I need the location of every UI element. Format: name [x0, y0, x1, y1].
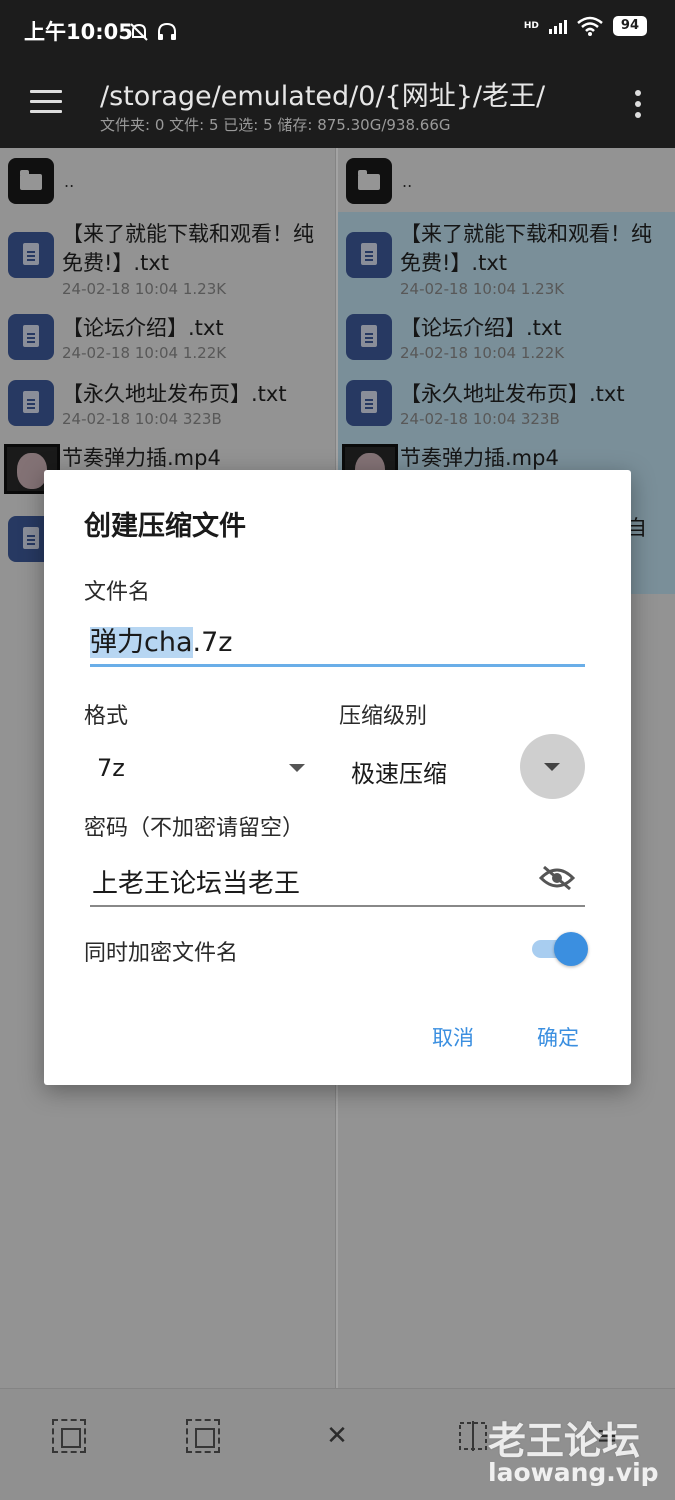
status-icons [128, 18, 178, 43]
battery-icon: 94 [612, 16, 647, 36]
format-label: 格式 [84, 704, 129, 729]
encrypt-filenames-label: 同时加密文件名 [84, 941, 239, 966]
signal-icon [548, 18, 567, 34]
filename-input[interactable]: 弹力cha.7z [90, 620, 585, 667]
status-time: 上午10:05 [24, 20, 133, 44]
bell-off-icon [130, 22, 148, 41]
eye-off-icon[interactable] [539, 865, 575, 891]
path-info: 文件夹: 0 文件: 5 已选: 5 储存: 875.30G/938.66G [100, 116, 451, 134]
headset-icon [158, 22, 177, 40]
create-archive-dialog: 创建压缩文件 文件名 弹力cha.7z 格式 压缩级别 7z 极速压缩 密码（不… [44, 470, 631, 1085]
current-path: /storage/emulated/0/{网址}/老王/ [100, 81, 546, 112]
compression-level-label: 压缩级别 [339, 704, 428, 729]
more-options-icon[interactable] [635, 90, 641, 123]
password-value: 上老王论坛当老王 [92, 869, 301, 899]
filename-extension: .7z [192, 627, 233, 658]
filename-label: 文件名 [84, 580, 151, 605]
password-input[interactable]: 上老王论坛当老王 [90, 855, 585, 907]
dialog-title: 创建压缩文件 [84, 511, 246, 542]
watermark-url: laowang.vip [488, 1458, 659, 1487]
chevron-down-icon [544, 763, 560, 771]
filename-selected-text: 弹力cha [90, 627, 193, 658]
password-label: 密码（不加密请留空） [84, 816, 305, 841]
compression-level-dropdown-button[interactable] [520, 734, 585, 799]
encrypt-filenames-toggle[interactable] [532, 932, 588, 966]
status-bar: 上午10:05 HD 94 [0, 0, 675, 62]
confirm-button[interactable]: 确定 [537, 1022, 579, 1052]
compression-level-value: 极速压缩 [351, 760, 447, 788]
app-bar: /storage/emulated/0/{网址}/老王/ 文件夹: 0 文件: … [0, 62, 675, 148]
watermark-title: 老王论坛 [488, 1419, 641, 1463]
chevron-down-icon [289, 764, 305, 772]
cancel-button[interactable]: 取消 [432, 1022, 474, 1052]
wifi-icon [577, 16, 603, 36]
format-value: 7z [97, 754, 125, 782]
hd-badge: HD [523, 20, 539, 31]
menu-icon[interactable] [30, 90, 62, 114]
